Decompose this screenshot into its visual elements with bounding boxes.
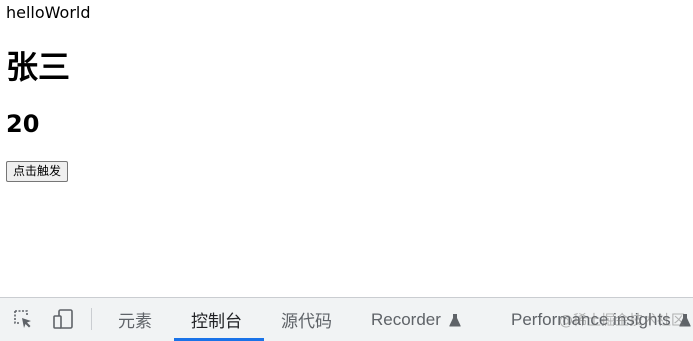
hello-text: helloWorld — [6, 3, 91, 22]
tab-elements-label: 元素 — [118, 312, 152, 331]
age-heading: 20 — [6, 110, 40, 138]
tab-console[interactable]: 控制台 — [191, 298, 242, 341]
toolbar-divider — [91, 308, 92, 330]
device-toolbar-icon[interactable] — [51, 307, 75, 331]
tab-recorder[interactable]: Recorder — [371, 298, 461, 341]
browser-viewport: helloWorld 张三 20 点击触发 元素 控制台 源代码 Recorde… — [0, 0, 693, 341]
page-content: helloWorld 张三 20 点击触发 — [0, 0, 693, 297]
flask-icon — [449, 313, 461, 326]
inspect-element-icon[interactable] — [11, 307, 35, 331]
watermark-text: @稀土掘金技术社区 — [559, 313, 685, 329]
tab-sources[interactable]: 源代码 — [281, 298, 332, 341]
tab-elements[interactable]: 元素 — [118, 298, 152, 341]
name-heading: 张三 — [6, 48, 71, 86]
trigger-button[interactable]: 点击触发 — [6, 161, 69, 182]
tab-recorder-label: Recorder — [371, 309, 441, 329]
tab-console-label: 控制台 — [191, 312, 242, 331]
devtools-tab-bar: 元素 控制台 源代码 Recorder Performance insights… — [0, 297, 693, 341]
tab-sources-label: 源代码 — [281, 312, 332, 331]
